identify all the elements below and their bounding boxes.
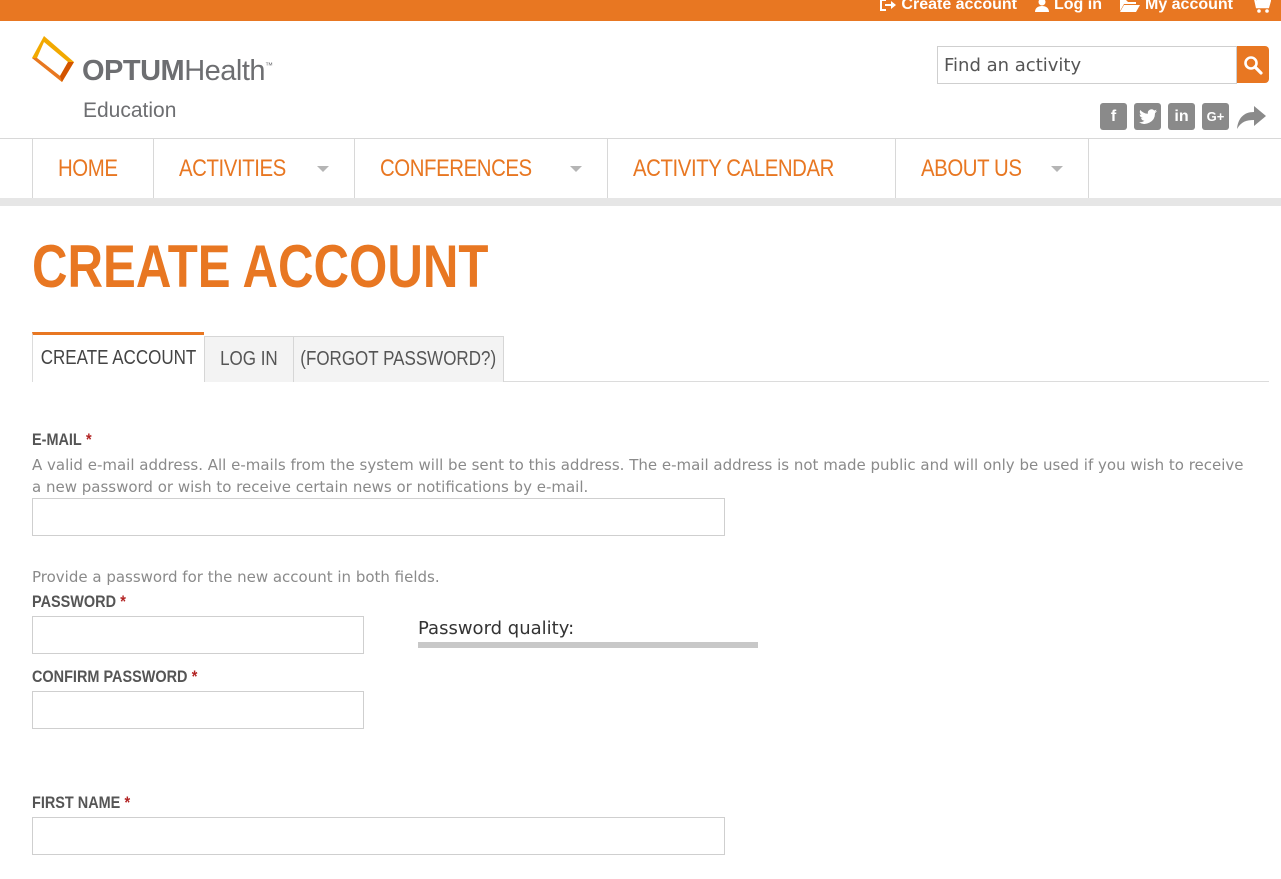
create-account-link[interactable]: Create account xyxy=(878,0,1017,14)
search-icon xyxy=(1244,55,1263,75)
search-input[interactable] xyxy=(937,46,1237,84)
tab-forgot-password[interactable]: (FORGOT PASSWORD?) xyxy=(293,336,504,382)
password-label-text: PASSWORD xyxy=(32,592,117,611)
google-plus-icon[interactable]: G+ xyxy=(1202,103,1229,130)
account-links: Create account Log in My account xyxy=(878,0,1271,14)
tab-label-create-account: CREATE ACCOUNT xyxy=(40,347,197,369)
nav-divider xyxy=(0,198,1281,206)
chevron-down-icon xyxy=(316,165,329,172)
logo-subtitle: Education xyxy=(83,99,177,122)
nav-label-about-us: ABOUT US xyxy=(920,154,1022,182)
first-name-label-text: FIRST NAME xyxy=(32,793,121,812)
email-label-text: E-MAIL xyxy=(32,430,82,449)
social-links: f in G+ xyxy=(1100,103,1266,130)
required-marker: * xyxy=(86,430,92,449)
required-marker: * xyxy=(124,793,131,812)
confirm-password-label-text: CONFIRM PASSWORD xyxy=(32,667,188,686)
nav-label-activities: ACTIVITIES xyxy=(179,154,286,182)
main-menu: HOME ACTIVITIES CONFERENCES ACTIVITY CAL… xyxy=(32,139,1089,198)
logo-brand-light: Health xyxy=(184,55,266,87)
search-button[interactable] xyxy=(1237,46,1269,83)
confirm-password-label: CONFIRM PASSWORD * xyxy=(32,667,197,687)
site-logo[interactable]: OPTUMHealth™ Education xyxy=(32,36,292,126)
tab-label-forgot-password: (FORGOT PASSWORD?) xyxy=(300,348,497,370)
password-field[interactable] xyxy=(32,616,364,654)
password-quality-meter xyxy=(418,642,758,648)
nav-item-about-us[interactable]: ABOUT US xyxy=(896,139,1089,198)
chevron-down-icon xyxy=(1050,165,1063,172)
my-account-label: My account xyxy=(1144,0,1233,13)
confirm-password-field[interactable] xyxy=(32,691,364,729)
log-in-link[interactable]: Log in xyxy=(1035,0,1102,14)
email-label: E-MAIL * xyxy=(32,430,92,450)
logo-wordmark: OPTUMHealth™ xyxy=(82,55,273,88)
nav-label-conferences: CONFERENCES xyxy=(379,154,532,182)
first-name-label: FIRST NAME * xyxy=(32,793,130,813)
folder-open-icon xyxy=(1119,0,1140,12)
tab-create-account[interactable]: CREATE ACCOUNT xyxy=(32,332,204,382)
tab-log-in[interactable]: LOG IN xyxy=(204,336,294,382)
main-navigation: HOME ACTIVITIES CONFERENCES ACTIVITY CAL… xyxy=(0,138,1281,198)
nav-item-home[interactable]: HOME xyxy=(33,139,154,198)
log-in-label: Log in xyxy=(1054,0,1102,13)
required-marker: * xyxy=(120,592,126,611)
tab-label-log-in: LOG IN xyxy=(220,348,278,370)
email-description: A valid e-mail address. All e-mails from… xyxy=(32,456,1244,496)
first-name-field[interactable] xyxy=(32,817,725,855)
email-field[interactable] xyxy=(32,498,725,536)
logo-trademark: ™ xyxy=(265,61,273,70)
activity-search xyxy=(937,46,1269,84)
facebook-icon[interactable]: f xyxy=(1100,103,1127,130)
cart-link[interactable] xyxy=(1251,0,1271,13)
nav-item-activities[interactable]: ACTIVITIES xyxy=(154,139,355,198)
nav-item-activity-calendar[interactable]: ACTIVITY CALENDAR xyxy=(608,139,896,198)
logo-mark-icon xyxy=(32,36,74,82)
sign-in-icon xyxy=(878,0,897,12)
page-title: CREATE ACCOUNT xyxy=(32,233,489,300)
nav-label-activity-calendar: ACTIVITY CALENDAR xyxy=(633,154,835,182)
password-quality-label: Password quality: xyxy=(418,618,575,639)
logo-brand-bold: OPTUM xyxy=(82,55,185,87)
create-account-label: Create account xyxy=(901,0,1017,13)
my-account-link[interactable]: My account xyxy=(1119,0,1233,14)
password-label: PASSWORD * xyxy=(32,592,126,612)
linkedin-icon[interactable]: in xyxy=(1168,103,1195,130)
top-bar: Create account Log in My account xyxy=(0,0,1281,21)
password-intro: Provide a password for the new account i… xyxy=(32,568,440,586)
share-icon[interactable] xyxy=(1236,103,1266,130)
twitter-icon[interactable] xyxy=(1134,103,1161,130)
chevron-down-icon xyxy=(570,165,583,172)
nav-label-home: HOME xyxy=(58,154,118,182)
cart-icon xyxy=(1251,0,1271,13)
nav-item-conferences[interactable]: CONFERENCES xyxy=(355,139,609,198)
required-marker: * xyxy=(191,667,198,686)
user-icon xyxy=(1035,0,1049,12)
account-tabs: CREATE ACCOUNT LOG IN (FORGOT PASSWORD?) xyxy=(32,332,1269,382)
